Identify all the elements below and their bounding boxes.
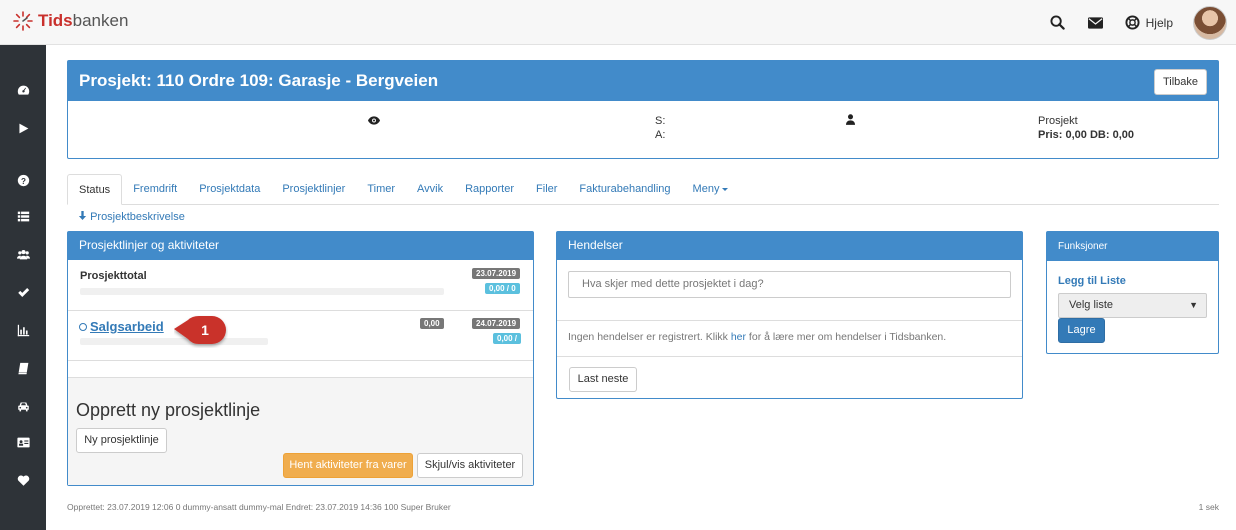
clock-logo-icon [13,11,33,31]
heart-icon[interactable] [0,471,46,489]
logo[interactable]: Tidsbanken [12,10,128,32]
save-button[interactable]: Lagre [1058,318,1105,343]
id-card-icon[interactable] [0,433,46,451]
list-icon[interactable] [0,207,46,225]
events-help-link[interactable]: her [731,331,746,343]
project-lines-title: Prosjektlinjer og aktiviteter [68,232,533,260]
list-select[interactable]: Velg liste ▼ [1058,293,1207,318]
new-project-line-button[interactable]: Ny prosjektlinje [76,428,167,453]
logo-rest: banken [72,11,129,30]
functions-title: Funksjoner [1047,232,1218,261]
tab-fakturabehandling[interactable]: Fakturabehandling [568,174,681,205]
dashboard-icon[interactable] [0,81,46,99]
load-more-button[interactable]: Last neste [569,367,637,392]
a-label: A: [655,129,666,141]
events-info-before: Ingen hendelser er registrert. Klikk [568,331,731,343]
callout-number: 1 [201,322,209,338]
fetch-activities-button[interactable]: Hent aktiviteter fra varer [283,453,413,478]
envelope-icon[interactable] [1087,14,1105,32]
tab-meny[interactable]: Meny [682,174,740,205]
tab-prosjektlinjer[interactable]: Prosjektlinjer [271,174,356,205]
tab-prosjektdata[interactable]: Prosjektdata [188,174,271,205]
eye-icon[interactable] [368,116,380,128]
users-icon[interactable] [0,245,46,263]
tab-avvik[interactable]: Avvik [406,174,454,205]
top-bar: Tidsbanken Hjelp [0,0,1236,45]
logo-brand: Tids [38,11,73,30]
bar-chart-icon[interactable] [0,321,46,339]
user-icon [846,114,855,128]
price-summary: Pris: 0,00 DB: 0,00 [1038,129,1134,141]
total-date-badge: 23.07.2019 [472,268,521,279]
events-title: Hendelser [557,232,1022,260]
arrow-down-icon [78,211,87,220]
item-value-badge: 0,00 / [493,333,522,344]
back-button[interactable]: Tilbake [1154,69,1207,95]
events-info-after: for å lære mer om hendelser i Tidsbanken… [746,331,947,343]
project-total-row: Prosjekttotal 23.07.2019 0,00 / 0 [68,261,533,311]
callout-marker: 1 [174,314,228,351]
list-select-value: Velg liste [1069,299,1114,311]
item-amount-badge: 0,00 [420,318,444,329]
salgsarbeid-link[interactable]: Salgsarbeid [90,319,164,334]
car-icon[interactable] [0,397,46,415]
item-date-badge: 24.07.2019 [472,318,521,329]
project-description-label: Prosjektbeskrivelse [90,211,185,223]
s-label: S: [655,115,666,127]
sidebar: ? [0,45,46,530]
footer-meta: Opprettet: 23.07.2019 12:06 0 dummy-ansa… [67,502,451,512]
event-input[interactable]: Hva skjer med dette prosjektet i dag? [568,271,1011,298]
play-icon[interactable] [0,119,46,137]
project-lines-panel: Prosjektlinjer og aktiviteter Prosjektto… [67,231,534,486]
tab-bar: Status Fremdrift Prosjektdata Prosjektli… [67,174,1219,205]
select-arrow-icon: ▼ [1189,300,1198,310]
avatar[interactable] [1193,5,1227,40]
tab-timer[interactable]: Timer [356,174,406,205]
list-item: Salgsarbeid 0,00 24.07.2019 0,00 / [68,311,533,361]
project-total-label: Prosjekttotal [80,270,147,282]
add-list-link[interactable]: Legg til Liste [1058,275,1126,287]
total-value-badge: 0,00 / 0 [485,283,520,294]
caret-down-icon [722,187,729,191]
events-info: Ingen hendelser er registrert. Klikk her… [557,320,1022,357]
tab-filer[interactable]: Filer [525,174,568,205]
project-description-link[interactable]: Prosjektbeskrivelse [78,211,185,223]
svg-text:?: ? [21,176,26,185]
book-icon[interactable] [0,359,46,377]
toggle-activities-button[interactable]: Skjul/vis aktiviteter [417,453,523,478]
total-progress-bar [80,288,444,295]
search-icon[interactable] [1049,14,1067,32]
create-line-title: Opprett ny prosjektlinje [76,400,261,420]
tab-fremdrift[interactable]: Fremdrift [122,174,188,205]
circle-icon [79,322,87,331]
tab-status[interactable]: Status [67,174,123,205]
check-icon[interactable] [0,283,46,301]
functions-panel: Funksjoner Legg til Liste Velg liste ▼ L… [1046,231,1219,354]
events-panel: Hendelser Hva skjer med dette prosjektet… [556,231,1023,399]
page-title: Prosjekt: 110 Ordre 109: Garasje - Bergv… [79,71,439,90]
tab-meny-label: Meny [692,183,720,195]
footer-time: 1 sek [1198,502,1219,512]
question-icon[interactable]: ? [0,171,46,189]
project-type: Prosjekt [1038,115,1078,127]
help-link[interactable]: Hjelp [1125,15,1173,30]
tab-rapporter[interactable]: Rapporter [454,174,525,205]
create-line-area: Opprett ny prosjektlinje Ny prosjektlinj… [68,377,533,485]
project-panel: Prosjekt: 110 Ordre 109: Garasje - Bergv… [67,60,1219,159]
life-ring-icon [1125,15,1140,30]
help-label: Hjelp [1145,15,1173,30]
